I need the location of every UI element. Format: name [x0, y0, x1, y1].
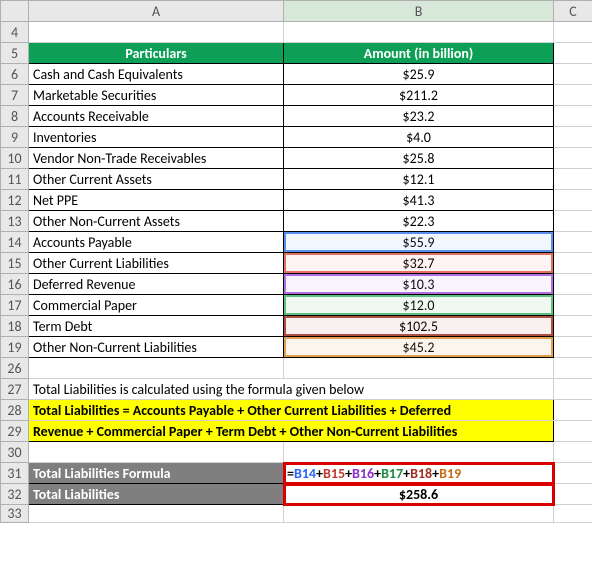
- cell-label[interactable]: Vendor Non-Trade Receivables: [29, 148, 284, 169]
- row-header[interactable]: 8: [1, 106, 29, 127]
- cell[interactable]: [284, 358, 554, 379]
- cell[interactable]: [554, 211, 592, 232]
- col-header-c[interactable]: C: [554, 1, 592, 22]
- cell-value[interactable]: $55.9: [284, 232, 554, 253]
- row-header[interactable]: 31: [1, 463, 29, 484]
- cell[interactable]: [29, 22, 284, 43]
- cell[interactable]: [554, 127, 592, 148]
- total-value[interactable]: $258.6: [284, 484, 554, 505]
- total-label[interactable]: Total Liabilities: [29, 484, 284, 505]
- cell[interactable]: [554, 253, 592, 274]
- cell[interactable]: [554, 400, 592, 421]
- row-header[interactable]: 29: [1, 421, 29, 442]
- row-header[interactable]: 7: [1, 85, 29, 106]
- cell[interactable]: [284, 442, 554, 463]
- cell[interactable]: [554, 316, 592, 337]
- cell-value[interactable]: $25.8: [284, 148, 554, 169]
- formula-text-line2[interactable]: Revenue + Commercial Paper + Term Debt +…: [29, 421, 554, 442]
- row-header[interactable]: 26: [1, 358, 29, 379]
- cell-label[interactable]: Other Non-Current Liabilities: [29, 337, 284, 358]
- cell-value[interactable]: $12.0: [284, 295, 554, 316]
- cell[interactable]: [554, 169, 592, 190]
- row-header[interactable]: 15: [1, 253, 29, 274]
- cell[interactable]: [554, 505, 592, 523]
- cell-label[interactable]: Cash and Cash Equivalents: [29, 64, 284, 85]
- cell[interactable]: [554, 421, 592, 442]
- row-header[interactable]: 12: [1, 190, 29, 211]
- cell[interactable]: [29, 505, 284, 523]
- cell-label[interactable]: Inventories: [29, 127, 284, 148]
- cell-value[interactable]: $45.2: [284, 337, 554, 358]
- row-header[interactable]: 32: [1, 484, 29, 505]
- cell[interactable]: [554, 190, 592, 211]
- cell[interactable]: [554, 274, 592, 295]
- row-header[interactable]: 18: [1, 316, 29, 337]
- cell-label[interactable]: Deferred Revenue: [29, 274, 284, 295]
- col-header-b[interactable]: B: [284, 1, 554, 22]
- cell-label[interactable]: Other Current Assets: [29, 169, 284, 190]
- cell-label[interactable]: Accounts Receivable: [29, 106, 284, 127]
- col-header-a[interactable]: A: [29, 1, 284, 22]
- formula-text-line1[interactable]: Total Liabilities = Accounts Payable + O…: [29, 400, 554, 421]
- cell[interactable]: [554, 379, 592, 400]
- note-text[interactable]: Total Liabilities is calculated using th…: [29, 379, 554, 400]
- cell-label[interactable]: Other Non-Current Assets: [29, 211, 284, 232]
- row-header[interactable]: 30: [1, 442, 29, 463]
- cell[interactable]: [554, 442, 592, 463]
- cell-label[interactable]: Other Current Liabilities: [29, 253, 284, 274]
- row-header[interactable]: 9: [1, 127, 29, 148]
- cell-label[interactable]: Term Debt: [29, 316, 284, 337]
- cell-label[interactable]: Accounts Payable: [29, 232, 284, 253]
- row-header[interactable]: 19: [1, 337, 29, 358]
- formula-cell-editing[interactable]: =B14+B15+B16+B17+B18+B19: [284, 463, 554, 484]
- column-header-row: A B C: [1, 1, 592, 22]
- cell[interactable]: [554, 22, 592, 43]
- cell[interactable]: [284, 22, 554, 43]
- cell-label[interactable]: Net PPE: [29, 190, 284, 211]
- cell-value[interactable]: $23.2: [284, 106, 554, 127]
- cell[interactable]: [554, 232, 592, 253]
- cell[interactable]: [554, 337, 592, 358]
- cell[interactable]: [554, 295, 592, 316]
- cell[interactable]: [29, 442, 284, 463]
- cell-value[interactable]: $41.3: [284, 190, 554, 211]
- row-header[interactable]: 10: [1, 148, 29, 169]
- cell[interactable]: [554, 148, 592, 169]
- formula-label[interactable]: Total Liabilities Formula: [29, 463, 284, 484]
- cell[interactable]: [554, 106, 592, 127]
- cell[interactable]: [29, 358, 284, 379]
- cell-value[interactable]: $25.9: [284, 64, 554, 85]
- cell[interactable]: [554, 43, 592, 64]
- row-header[interactable]: 11: [1, 169, 29, 190]
- header-particulars[interactable]: Particulars: [29, 43, 284, 64]
- cell[interactable]: [554, 358, 592, 379]
- row-header[interactable]: 4: [1, 22, 29, 43]
- row-header[interactable]: 17: [1, 295, 29, 316]
- row-header[interactable]: 28: [1, 400, 29, 421]
- cell-value[interactable]: $32.7: [284, 253, 554, 274]
- cell[interactable]: [554, 85, 592, 106]
- cell-value[interactable]: $22.3: [284, 211, 554, 232]
- row-header[interactable]: 16: [1, 274, 29, 295]
- cell[interactable]: [284, 505, 554, 523]
- cell-value[interactable]: $12.1: [284, 169, 554, 190]
- header-amount[interactable]: Amount (in billion): [284, 43, 554, 64]
- row-header[interactable]: 13: [1, 211, 29, 232]
- row-header[interactable]: 14: [1, 232, 29, 253]
- cell-value[interactable]: $211.2: [284, 85, 554, 106]
- spreadsheet-grid[interactable]: A B C 4 5 Particulars Amount (in billion…: [0, 0, 592, 523]
- cell[interactable]: [554, 64, 592, 85]
- row-header[interactable]: 27: [1, 379, 29, 400]
- cell-value[interactable]: $10.3: [284, 274, 554, 295]
- cell-label[interactable]: Marketable Securities: [29, 85, 284, 106]
- row-header[interactable]: 5: [1, 43, 29, 64]
- row-header[interactable]: 33: [1, 505, 29, 523]
- row-header[interactable]: 6: [1, 64, 29, 85]
- cell-value[interactable]: $102.5: [284, 316, 554, 337]
- cell[interactable]: [554, 484, 592, 505]
- select-all-corner[interactable]: [1, 1, 29, 22]
- cell[interactable]: [554, 463, 592, 484]
- cell-value[interactable]: $4.0: [284, 127, 554, 148]
- cell-label[interactable]: Commercial Paper: [29, 295, 284, 316]
